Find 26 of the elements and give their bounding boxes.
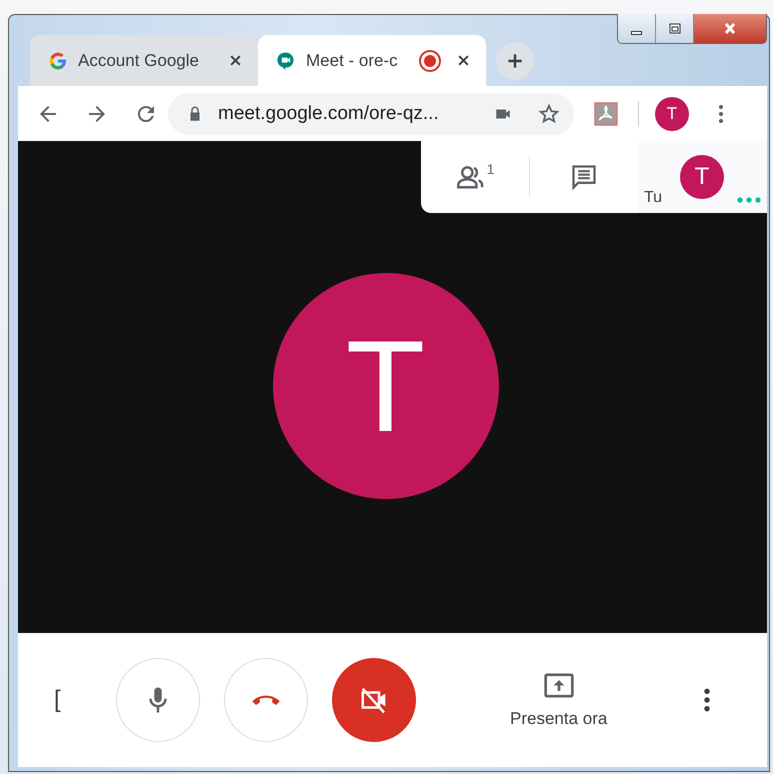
self-label: Tu [644,189,662,207]
details-text: [ [54,686,62,714]
plus-icon [507,52,523,68]
participant-count: 1 [486,161,494,177]
browser-tab[interactable]: Account Google [30,35,258,86]
participant-avatar: T [272,272,498,498]
bookmark-star-icon[interactable] [538,102,560,124]
close-icon[interactable] [229,54,242,67]
pdf-extension-icon[interactable] [594,102,618,126]
more-options-icon[interactable] [703,687,712,713]
minimize-icon [631,30,642,34]
present-now-button[interactable]: Presenta ora [510,672,608,728]
meet-logo-icon [276,50,296,70]
address-bar[interactable]: meet.google.com/ore-qz... [168,92,574,134]
minimize-button[interactable] [618,14,656,43]
maximize-button[interactable] [656,14,694,43]
close-window-button[interactable] [694,14,766,43]
present-screen-icon [542,672,575,698]
more-dots-icon[interactable] [737,197,761,203]
profile-avatar[interactable]: T [655,96,689,130]
browser-tab[interactable]: Meet - ore-c [258,35,486,86]
new-tab-button[interactable] [496,42,534,80]
google-logo-icon [48,50,68,70]
url-text: meet.google.com/ore-qz... [218,102,440,124]
close-icon[interactable] [457,54,470,67]
self-avatar: T [680,155,724,199]
